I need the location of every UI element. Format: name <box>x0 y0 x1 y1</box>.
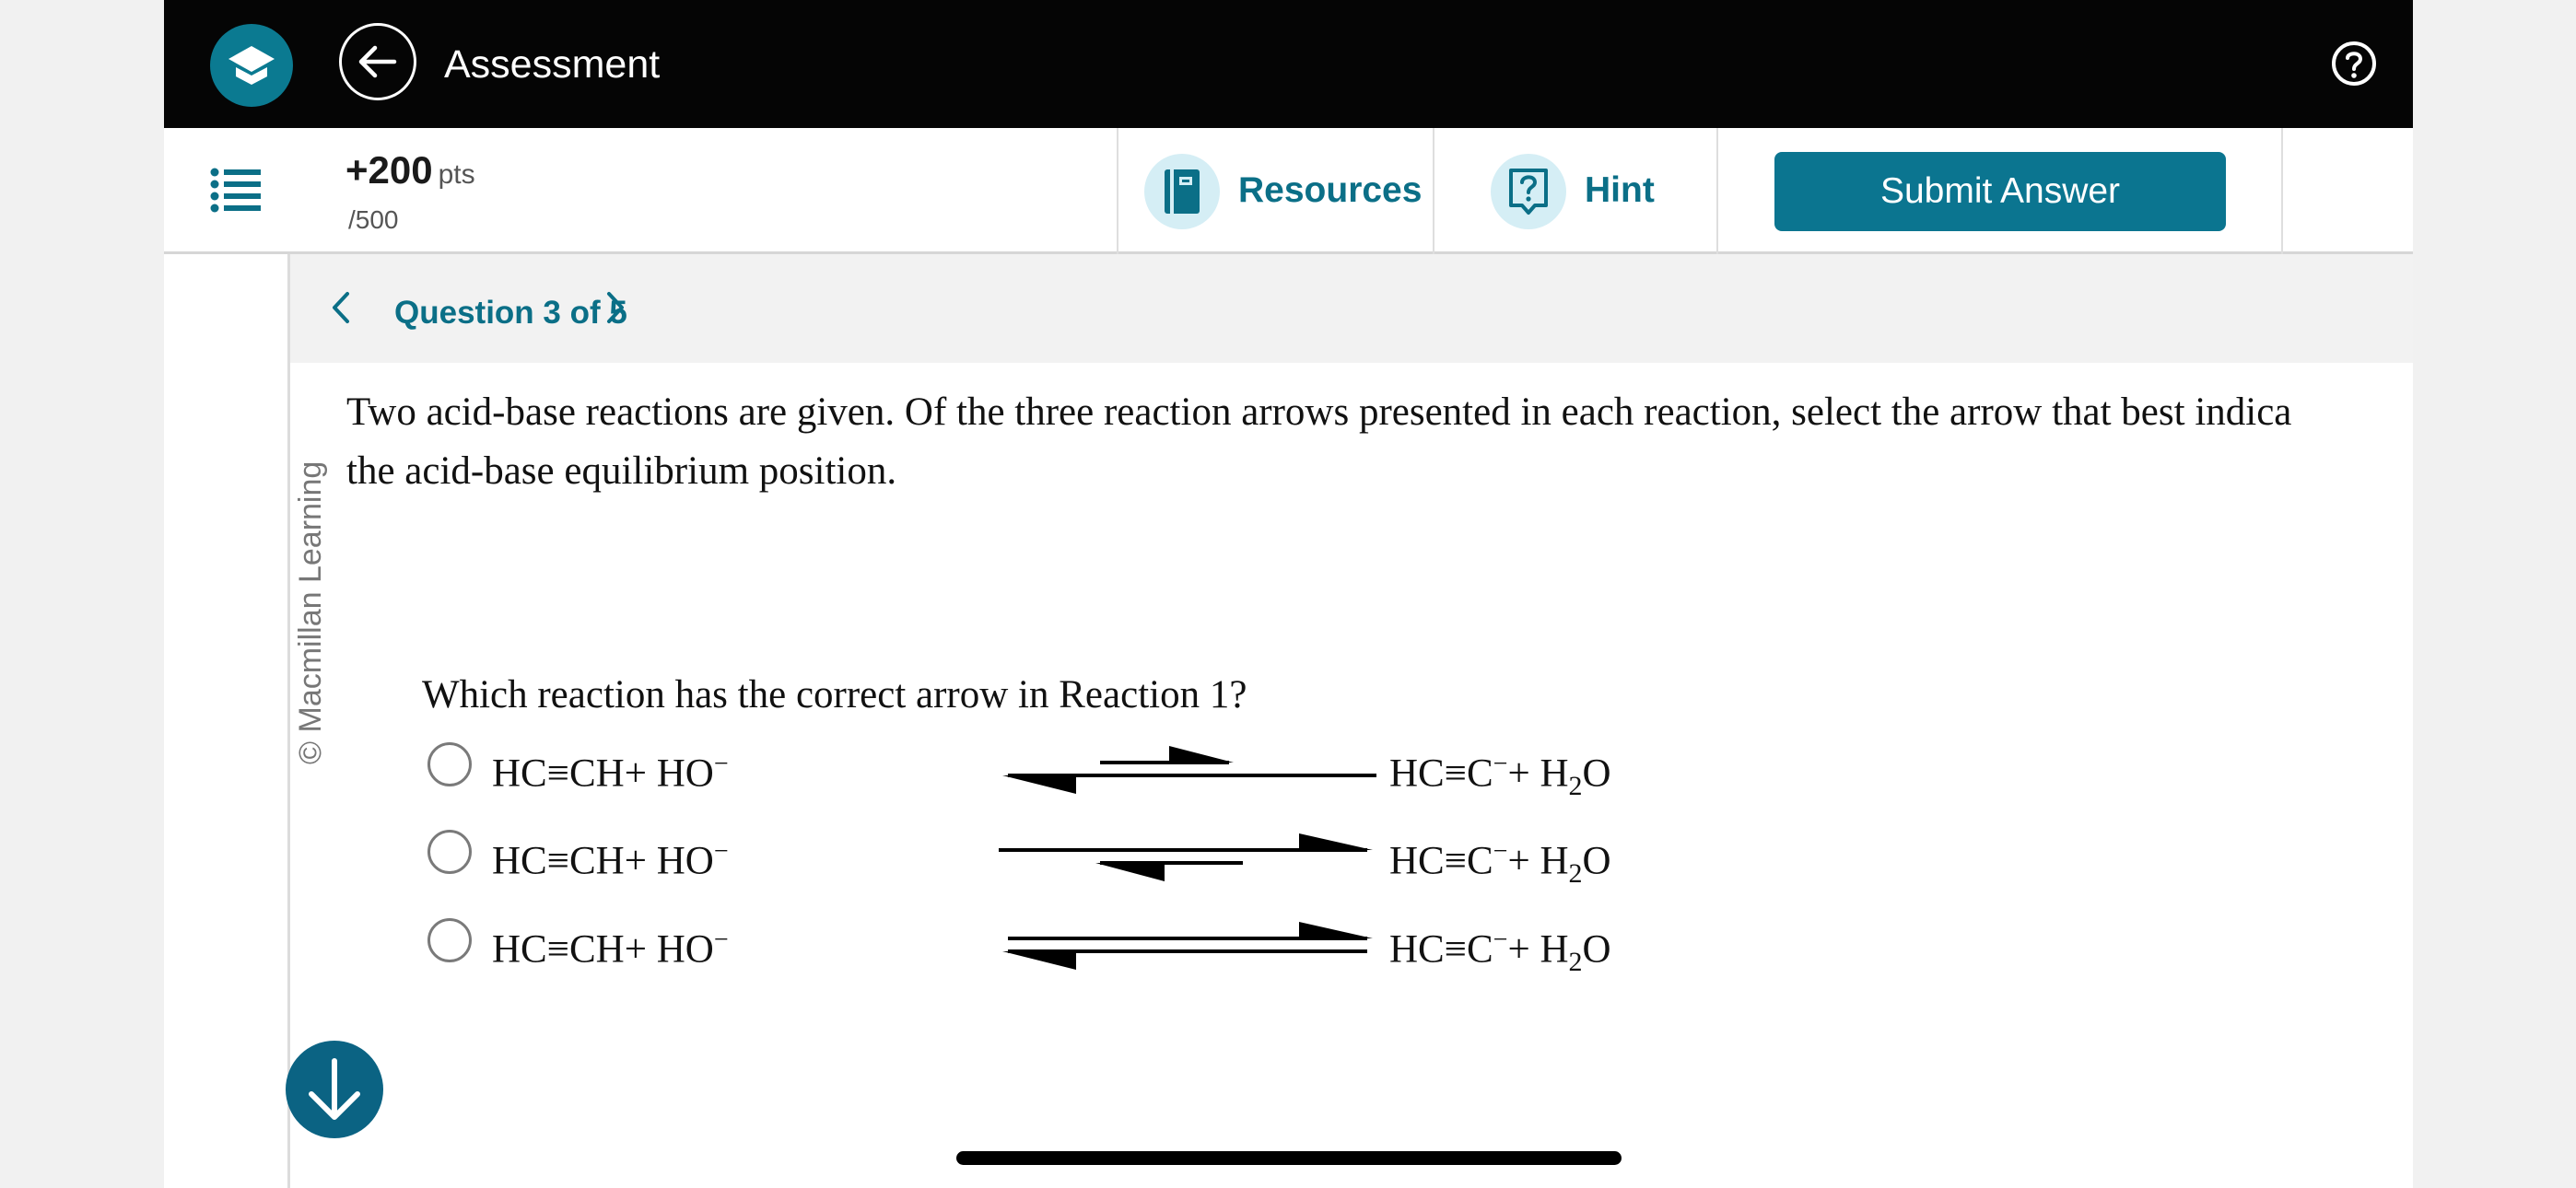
reactants: HC≡CH+ HO− <box>492 737 729 801</box>
product-text: + H <box>1507 839 1569 883</box>
toolbar-divider <box>1433 128 1434 254</box>
arrow-left-icon <box>358 45 397 78</box>
toolbar-divider <box>2281 128 2283 254</box>
reactants: HC≡CH+ HO− <box>492 913 729 977</box>
list-icon <box>210 168 261 213</box>
score-unit: pts <box>438 159 475 190</box>
charge-sup: − <box>1493 750 1508 778</box>
book-icon <box>1144 154 1220 229</box>
arrow-down-icon <box>309 1058 360 1120</box>
resources-label: Resources <box>1238 170 1423 210</box>
question-navigation: Question 3 of 5 <box>290 254 2413 363</box>
subscript: 2 <box>1568 770 1583 801</box>
toolbar-divider <box>1716 128 1718 254</box>
product-text: O <box>1582 839 1611 883</box>
previous-question-button[interactable] <box>327 289 355 326</box>
reactant-text: HC≡CH+ HO <box>492 927 714 972</box>
subquestion-text: Which reaction has the correct arrow in … <box>422 673 1247 716</box>
score-display: +200 pts <box>345 148 475 192</box>
answer-option-2[interactable]: HC≡CH+ HO− HC≡C−+ H2O <box>427 824 1717 889</box>
product-text: O <box>1582 927 1611 972</box>
chevron-right-icon <box>607 292 624 323</box>
equilibrium-arrow-favor-forward-icon <box>999 824 1376 889</box>
reactant-text: HC≡CH+ HO <box>492 839 714 883</box>
radio-button[interactable] <box>427 918 472 962</box>
products: HC≡C−+ H2O <box>1389 824 1611 902</box>
question-circle-icon <box>2332 41 2376 86</box>
product-text: HC≡C <box>1389 927 1493 972</box>
score-total: /500 <box>348 205 399 234</box>
charge-sup: − <box>1493 837 1508 866</box>
hint-button[interactable]: Hint <box>1491 152 1675 229</box>
question-counter[interactable]: Question 3 of 5 <box>394 295 627 332</box>
scroll-down-button[interactable] <box>286 1041 383 1138</box>
back-button[interactable] <box>339 23 416 100</box>
score-value: +200 <box>345 148 433 192</box>
product-text: O <box>1582 751 1611 796</box>
charge-sup: − <box>1493 926 1508 954</box>
product-text: HC≡C <box>1389 751 1493 796</box>
products: HC≡C−+ H2O <box>1389 737 1611 814</box>
product-text: + H <box>1507 927 1569 972</box>
charge-sup: − <box>713 750 729 778</box>
menu-button[interactable] <box>210 167 262 213</box>
subscript: 2 <box>1568 946 1583 977</box>
answer-option-1[interactable]: HC≡CH+ HO− HC≡C−+ H2O <box>427 737 1717 801</box>
chevron-left-icon <box>333 292 349 323</box>
hint-label: Hint <box>1585 170 1655 210</box>
hint-icon <box>1491 154 1566 229</box>
page-title: Assessment <box>444 42 661 87</box>
radio-button[interactable] <box>427 830 472 874</box>
products: HC≡C−+ H2O <box>1389 913 1611 990</box>
home-indicator[interactable] <box>956 1151 1622 1165</box>
next-question-button[interactable] <box>602 289 629 326</box>
submit-answer-button[interactable]: Submit Answer <box>1774 152 2226 231</box>
equilibrium-arrow-favor-reverse-icon <box>999 737 1376 801</box>
product-text: + H <box>1507 751 1569 796</box>
app-window: Assessment +200 pts /500 Resources Hint … <box>164 0 2413 1188</box>
answer-option-3[interactable]: HC≡CH+ HO− HC≡C−+ H2O <box>427 913 1717 977</box>
equilibrium-arrow-equal-icon <box>999 913 1376 977</box>
copyright-text: © Macmillan Learning <box>293 460 328 764</box>
toolbar-divider <box>1117 128 1118 254</box>
help-button[interactable] <box>2331 41 2377 87</box>
prompt-line: the acid-base equilibrium position. <box>346 449 897 493</box>
resources-button[interactable]: Resources <box>1144 152 1422 229</box>
prompt-line: Two acid-base reactions are given. Of th… <box>346 390 2292 434</box>
subscript: 2 <box>1568 857 1583 889</box>
radio-button[interactable] <box>427 742 472 786</box>
charge-sup: − <box>713 837 729 866</box>
top-bar: Assessment <box>164 0 2413 128</box>
logo-icon[interactable] <box>210 24 293 107</box>
reactants: HC≡CH+ HO− <box>492 824 729 889</box>
question-prompt: Two acid-base reactions are given. Of th… <box>346 383 2413 501</box>
reactant-text: HC≡CH+ HO <box>492 751 714 796</box>
charge-sup: − <box>713 926 729 954</box>
toolbar: +200 pts /500 Resources Hint Submit Answ… <box>164 128 2413 254</box>
product-text: HC≡C <box>1389 839 1493 883</box>
